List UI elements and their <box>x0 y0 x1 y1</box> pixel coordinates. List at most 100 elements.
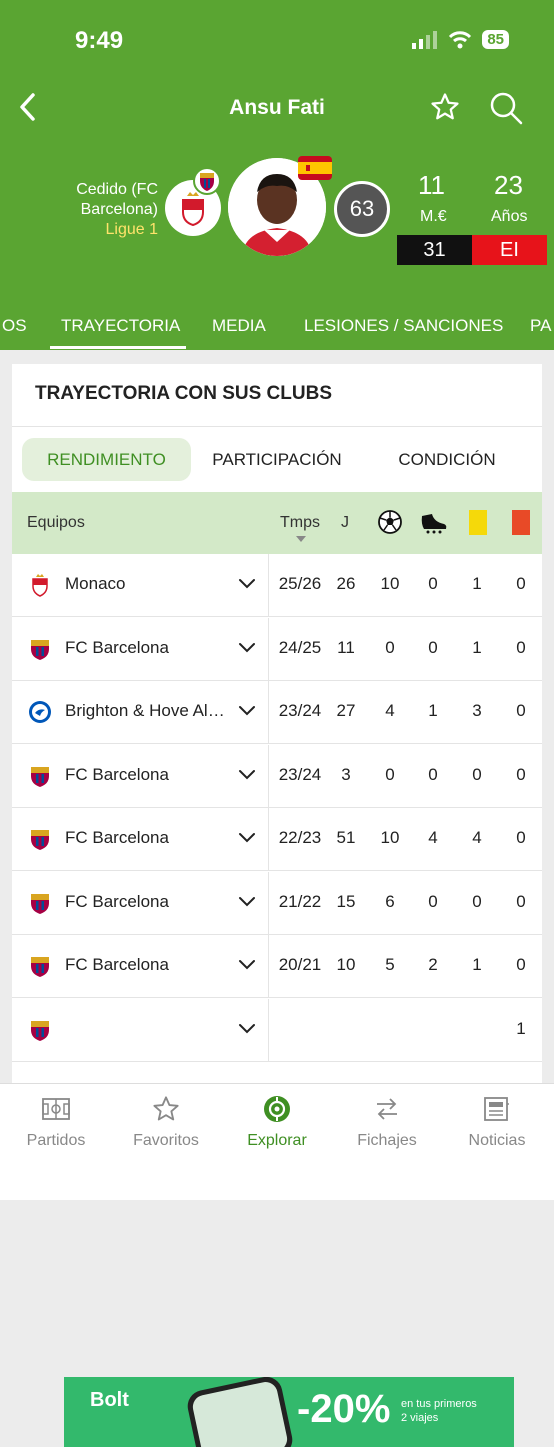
team-name: Monaco <box>65 574 126 593</box>
chevron-down-icon[interactable] <box>238 576 256 595</box>
cell-assists: 2 <box>428 955 438 974</box>
cell-red: 0 <box>516 701 526 720</box>
team-name: FC Barcelona <box>65 828 169 847</box>
cell-season: 23/24 <box>278 701 322 720</box>
table-row[interactable]: FC Barcelona 21/22 15 6 0 0 0 <box>12 871 542 935</box>
spain-flag-icon <box>298 156 332 180</box>
assist-boot-icon <box>421 514 447 534</box>
column-separator <box>268 554 269 617</box>
age-label: Años <box>491 208 528 225</box>
table-row[interactable]: FC Barcelona 23/24 3 0 0 0 0 <box>12 744 542 808</box>
cell-goals: 0 <box>385 764 395 784</box>
search-icon[interactable] <box>488 90 524 126</box>
tab-partidos[interactable]: PA <box>530 316 551 336</box>
table-row[interactable]: Brighton & Hove Albi... 23/24 27 4 1 3 0 <box>12 681 542 744</box>
segment-participacion[interactable]: PARTICIPACIÓN <box>197 438 357 481</box>
table-row[interactable]: Monaco 25/26 26 10 0 1 0 <box>12 554 542 617</box>
nav-fichajes[interactable]: Fichajes <box>332 1094 442 1150</box>
cell-season: 24/25 <box>278 637 322 657</box>
ad-phone-image <box>184 1377 296 1447</box>
cell-season: 20/21 <box>278 955 322 974</box>
table-row[interactable]: 1 <box>12 998 542 1062</box>
column-separator <box>268 681 269 744</box>
chevron-down-icon[interactable] <box>238 767 256 786</box>
cell-season: 25/26 <box>278 574 322 593</box>
chevron-down-icon[interactable] <box>238 703 256 722</box>
card-title: TRAYECTORIA CON SUS CLUBS <box>35 383 332 404</box>
tab-resumen[interactable]: OS <box>2 316 27 336</box>
column-separator <box>268 998 269 1062</box>
team-name: FC Barcelona <box>65 955 169 974</box>
cell-goals: 10 <box>380 828 400 847</box>
column-played[interactable]: J <box>341 514 349 532</box>
cell-yellow: 1 <box>472 637 482 657</box>
transfer-icon <box>377 1098 397 1120</box>
cell-assists: 0 <box>428 637 438 657</box>
nav-label-noticias: Noticias <box>468 1132 526 1149</box>
table-row[interactable]: FC Barcelona 24/25 11 0 0 1 0 <box>12 617 542 681</box>
tab-trayectoria[interactable]: TRAYECTORIA <box>61 316 180 336</box>
nav-explorar[interactable]: Explorar <box>222 1094 332 1150</box>
ad-subtext-line1: en tus primeros <box>401 1398 477 1410</box>
nav-noticias[interactable]: Noticias <box>442 1094 552 1150</box>
chevron-down-icon[interactable] <box>238 894 256 913</box>
ad-subtext: en tus primeros 2 viajes <box>401 1397 477 1425</box>
favorite-star-icon[interactable] <box>430 92 460 122</box>
nav-label-favoritos: Favoritos <box>133 1132 199 1149</box>
chevron-down-icon[interactable] <box>238 640 256 659</box>
barcelona-crest-icon <box>28 954 52 978</box>
cell-season: 23/24 <box>278 764 322 784</box>
club-badge-barcelona <box>193 167 221 195</box>
column-separator <box>268 744 269 808</box>
position-badge: EI <box>472 235 547 265</box>
ad-discount: -20% <box>297 1387 391 1431</box>
brighton-crest-icon <box>28 700 52 724</box>
monaco-crest-icon <box>28 573 52 597</box>
column-season[interactable]: Tmps <box>280 514 320 532</box>
cell-yellow: 1 <box>472 955 482 974</box>
cell-season: 22/23 <box>278 828 322 847</box>
cell-goals: 10 <box>380 574 400 593</box>
cell-red: 0 <box>516 574 526 593</box>
chevron-down-icon[interactable] <box>238 1021 256 1040</box>
signal-icon <box>412 30 438 49</box>
cell-goals: 0 <box>385 637 395 657</box>
column-separator <box>268 808 269 871</box>
status-bar: 9:49 85 <box>0 0 554 80</box>
active-tab-indicator <box>50 346 186 349</box>
profile-tabs: OS TRAYECTORIA MEDIA LESIONES / SANCIONE… <box>0 310 554 350</box>
barcelona-crest-icon <box>28 637 52 661</box>
chevron-down-icon[interactable] <box>238 957 256 976</box>
segment-rendimiento[interactable]: RENDIMIENTO <box>22 438 191 481</box>
barcelona-crest-icon <box>28 891 52 915</box>
cell-assists: 0 <box>428 891 438 911</box>
segment-condicion[interactable]: CONDICIÓN <box>362 438 532 481</box>
cell-assists: 4 <box>428 828 438 847</box>
ad-subtext-line2: 2 viajes <box>401 1412 439 1424</box>
sort-desc-icon <box>296 536 306 542</box>
nav-label-partidos: Partidos <box>26 1132 86 1149</box>
nav-favoritos[interactable]: Favoritos <box>111 1094 221 1150</box>
status-time: 9:49 <box>75 27 124 54</box>
advertisement-banner[interactable]: Bolt -20% en tus primeros 2 viajes <box>64 1377 514 1447</box>
cell-red: 0 <box>516 955 526 974</box>
cell-season: 21/22 <box>278 891 322 911</box>
table-row[interactable]: FC Barcelona 22/23 51 10 4 4 0 <box>12 808 542 871</box>
table-header: Equipos Tmps J <box>12 492 542 554</box>
news-icon <box>484 1097 509 1121</box>
cell-red: 0 <box>516 764 526 784</box>
nav-partidos[interactable]: Partidos <box>1 1094 111 1150</box>
barcelona-crest-icon <box>28 1018 52 1042</box>
wifi-icon <box>449 30 472 48</box>
table-row[interactable]: FC Barcelona 20/21 10 5 2 1 0 <box>12 935 542 998</box>
market-value: 11 <box>418 170 445 200</box>
chevron-down-icon[interactable] <box>238 830 256 849</box>
team-name: Brighton & Hove Albi... <box>65 701 233 720</box>
cell-assists: 0 <box>428 764 438 784</box>
tab-media[interactable]: MEDIA <box>212 316 266 336</box>
cell-red: 0 <box>516 828 526 847</box>
age-value: 23 <box>494 170 523 200</box>
tab-lesiones[interactable]: LESIONES / SANCIONES <box>304 316 503 336</box>
battery-indicator: 85 <box>482 30 509 49</box>
barcelona-crest-icon <box>28 827 52 851</box>
